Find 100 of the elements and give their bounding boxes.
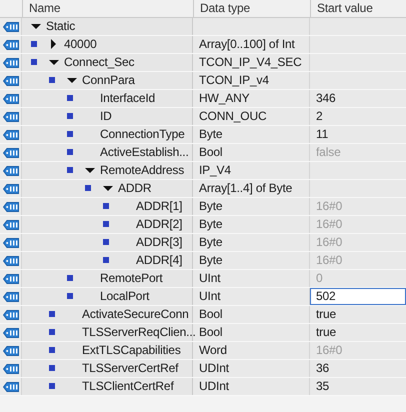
tag-icon [2,22,18,32]
bullet-icon [49,311,55,317]
variable-name: ADDR[4] [136,253,182,268]
tag-icon [2,112,18,122]
start-value: 16#0 [316,253,342,267]
value-cell[interactable]: 11 [310,126,406,143]
variable-name: TLSClientCertRef [82,379,174,394]
tag-icon [2,364,18,374]
variable-name: ADDR[1] [136,199,182,214]
variable-name: LocalPort [100,289,150,304]
tag-icon [2,94,18,104]
bullet-icon [67,149,73,155]
expand-toggle-icon[interactable] [103,186,113,191]
bullet-icon [67,113,73,119]
variable-name: ActiveEstablish... [100,145,189,160]
data-type-cell: Array[0..100] of Int [193,36,310,53]
expand-toggle-icon[interactable] [67,78,77,83]
variable-name: 40000 [64,37,97,52]
data-type-cell: UInt [193,288,310,305]
bullet-icon [103,203,109,209]
bullet-icon [103,239,109,245]
tag-icon [2,220,18,230]
variable-name: ConnectionType [100,127,185,142]
value-input-field[interactable]: 502 [310,288,406,305]
value-cell[interactable] [310,162,406,179]
bullet-icon [49,383,55,389]
value-cell[interactable] [310,180,406,197]
data-type-cell: Byte [193,234,310,251]
start-value: 16#0 [316,199,342,213]
value-cell[interactable] [310,18,406,35]
start-value: 16#0 [316,217,342,231]
start-value: true [316,325,336,339]
tag-icon [2,256,18,266]
variable-name: ADDR [118,181,152,196]
tag-icon [2,202,18,212]
variable-name: ConnPara [82,73,135,88]
tag-icon [2,166,18,176]
start-value: 2 [316,109,323,123]
value-cell[interactable] [310,72,406,89]
value-cell[interactable] [310,54,406,71]
data-type-cell: CONN_OUC [193,108,310,125]
start-value: 16#0 [316,343,342,357]
expand-toggle-icon[interactable] [49,60,59,65]
data-type-cell: HW_ANY [193,90,310,107]
bullet-icon [31,59,37,65]
data-type-cell: Word [193,342,310,359]
expand-toggle-icon[interactable] [51,39,56,49]
variable-name: ActivateSecureConn [82,307,189,322]
value-cell[interactable]: 2 [310,108,406,125]
value-cell[interactable]: 36 [310,360,406,377]
data-type-cell: UInt [193,270,310,287]
start-value: 16#0 [316,235,342,249]
start-value: 36 [316,361,330,375]
variable-name: RemoteAddress [100,163,184,178]
value-cell[interactable]: true [310,306,406,323]
data-type-cell: UDInt [193,378,310,395]
bullet-icon [49,365,55,371]
start-value: true [316,307,336,321]
start-value: 0 [316,271,323,285]
variable-name: ID [100,109,112,124]
tag-icon [2,76,18,86]
value-cell[interactable]: 35 [310,378,406,395]
data-type-cell: UDInt [193,360,310,377]
tag-icon [2,148,18,158]
data-type-cell: IP_V4 [193,162,310,179]
bullet-icon [85,185,91,191]
variable-name: Connect_Sec [64,55,134,70]
value-cell[interactable]: true [310,324,406,341]
column-header[interactable]: Name [22,0,193,17]
value-cell[interactable]: 346 [310,90,406,107]
tag-icon [2,274,18,284]
column-header[interactable]: Data type [193,0,310,17]
column-header[interactable]: Start value [310,0,406,17]
variable-name: TLSServerCertRef [82,361,178,376]
tag-icon [2,40,18,50]
data-type-cell: Bool [193,306,310,323]
bullet-icon [103,221,109,227]
tag-icon [2,346,18,356]
expand-toggle-icon[interactable] [85,168,95,173]
data-type-cell: Byte [193,216,310,233]
tag-icon [2,238,18,248]
start-value: 502 [316,289,336,303]
data-type-cell: Bool [193,144,310,161]
bullet-icon [67,131,73,137]
bullet-icon [67,275,73,281]
start-value: 11 [316,127,328,141]
tag-icon [2,184,18,194]
tag-icon [2,58,18,68]
expand-toggle-icon[interactable] [31,24,41,29]
bullet-icon [67,95,73,101]
data-type-cell: TCON_IP_V4_SEC [193,54,310,71]
tag-icon [2,130,18,140]
start-value: 346 [316,91,336,105]
value-cell[interactable] [310,36,406,53]
variable-name: InterfaceId [100,91,156,106]
bullet-icon [67,167,73,173]
variable-name: ADDR[2] [136,217,182,232]
start-value: false [316,145,341,159]
data-type-cell: Bool [193,324,310,341]
bullet-icon [49,347,55,353]
